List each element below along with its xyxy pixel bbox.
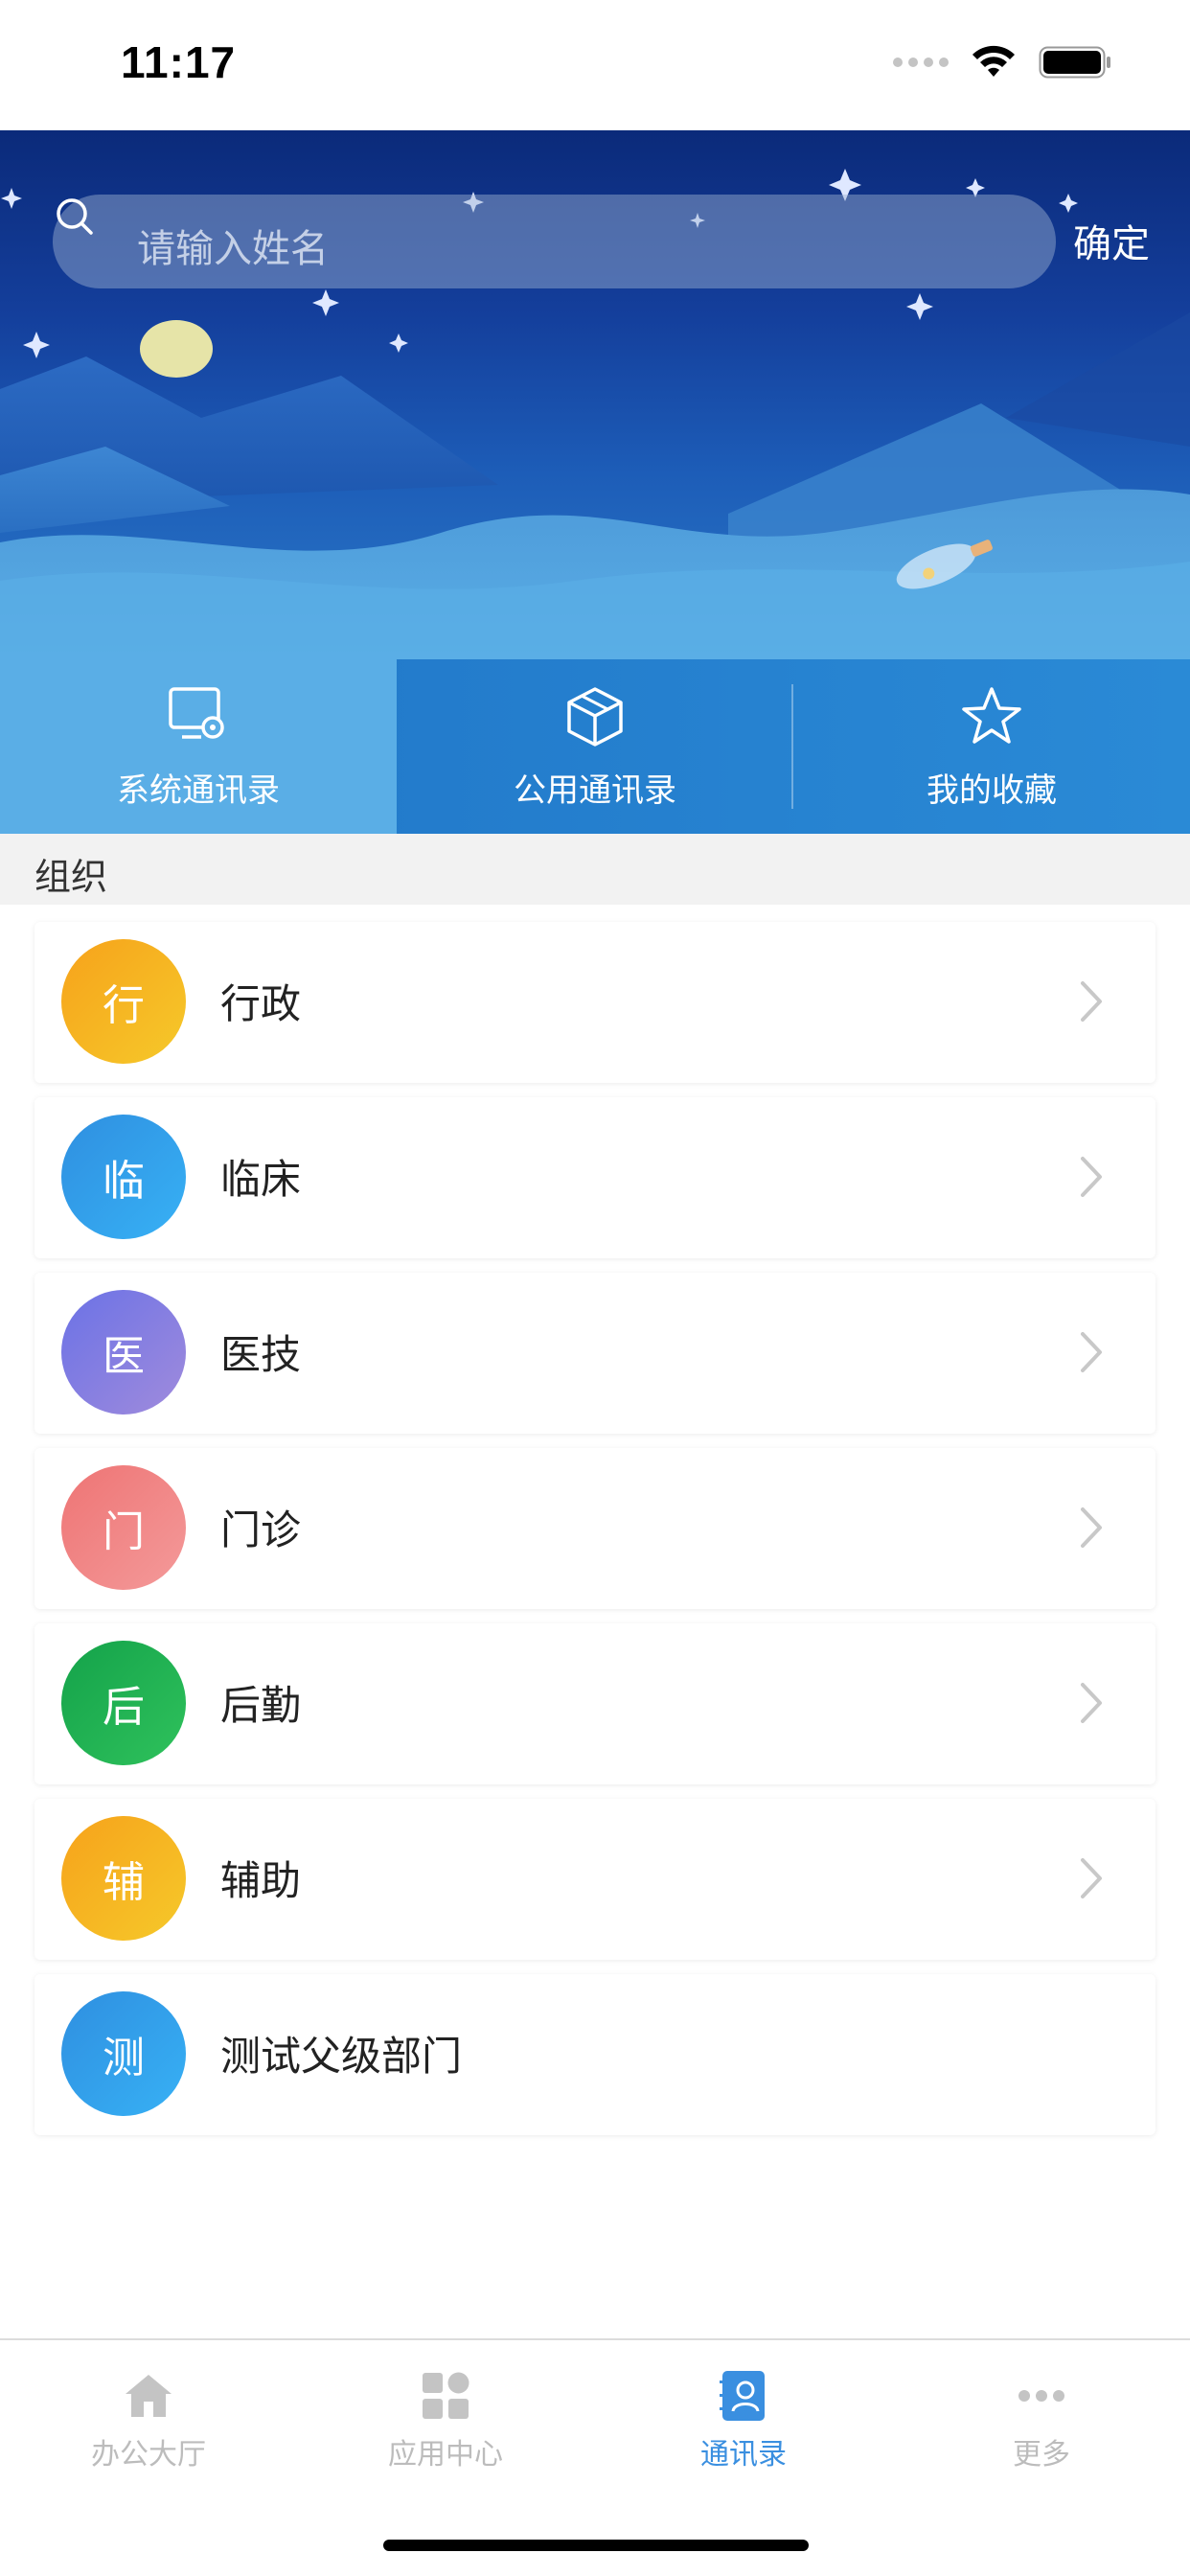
nav-item-contacts[interactable]: 通讯录	[624, 2369, 863, 2472]
org-label: 测试父级部门	[220, 2033, 463, 2080]
tab-label: 公用通讯录	[514, 770, 676, 810]
cube-icon	[567, 686, 623, 747]
tab-my-favorites[interactable]: 我的收藏	[793, 659, 1190, 834]
more-dots-icon	[1018, 2390, 1064, 2402]
nav-label: 更多	[1013, 2438, 1070, 2472]
home-icon	[126, 2375, 172, 2417]
battery-icon	[1039, 44, 1113, 80]
nav-label: 办公大厅	[91, 2438, 206, 2472]
tab-public-contacts[interactable]: 公用通讯录	[397, 659, 793, 834]
org-avatar: 行	[61, 939, 186, 1064]
chevron-right-icon	[1081, 1157, 1102, 1197]
nav-item-more[interactable]: 更多	[922, 2369, 1161, 2472]
chevron-right-icon	[1081, 1332, 1102, 1372]
org-list: 行行政临临床医医技门门诊后后勤辅辅助测测试父级部门	[34, 922, 1156, 2150]
wifi-icon	[970, 44, 1018, 80]
org-avatar: 辅	[61, 1816, 186, 1941]
org-avatar: 后	[61, 1641, 186, 1765]
chevron-right-icon	[1081, 1683, 1102, 1723]
section-header: 组织	[0, 834, 1190, 905]
org-label: 后勤	[220, 1682, 302, 1729]
org-label: 临床	[220, 1156, 302, 1203]
home-indicator[interactable]	[383, 2540, 809, 2551]
nav-item-office-hall[interactable]: 办公大厅	[29, 2369, 268, 2472]
org-list-item[interactable]: 辅辅助	[34, 1799, 1156, 1960]
org-avatar: 医	[61, 1290, 186, 1414]
nav-item-app-center[interactable]: 应用中心	[326, 2369, 565, 2472]
org-list-item[interactable]: 医医技	[34, 1273, 1156, 1434]
header-banner: 请输入姓名 确定	[0, 130, 1190, 659]
contacts-icon	[720, 2371, 765, 2421]
tab-system-contacts[interactable]: 系统通讯录	[0, 659, 397, 834]
org-label: 行政	[220, 980, 302, 1027]
tab-label: 我的收藏	[927, 770, 1057, 810]
nav-label: 应用中心	[388, 2438, 503, 2472]
org-avatar: 门	[61, 1465, 186, 1590]
org-label: 医技	[220, 1331, 302, 1378]
org-list-item[interactable]: 测测试父级部门	[34, 1974, 1156, 2135]
status-time: 11:17	[121, 37, 237, 87]
confirm-button[interactable]: 确定	[1073, 213, 1150, 268]
search-icon	[57, 198, 93, 235]
search-bar[interactable]: 请输入姓名	[53, 195, 1056, 288]
chevron-right-icon	[1081, 1507, 1102, 1548]
org-list-item[interactable]: 后后勤	[34, 1623, 1156, 1784]
org-label: 辅助	[220, 1857, 302, 1904]
cellular-signal-icon	[893, 58, 949, 67]
chevron-right-icon	[1081, 1858, 1102, 1898]
org-list-item[interactable]: 门门诊	[34, 1448, 1156, 1609]
status-icons	[893, 44, 1113, 80]
org-list-item[interactable]: 临临床	[34, 1097, 1156, 1258]
org-list-item[interactable]: 行行政	[34, 922, 1156, 1083]
contact-tabs: 系统通讯录 公用通讯录 我的收藏	[0, 659, 1190, 834]
nav-label: 通讯录	[700, 2438, 787, 2472]
chevron-right-icon	[1081, 981, 1102, 1022]
monitor-settings-icon	[169, 686, 224, 739]
org-label: 门诊	[220, 1506, 302, 1553]
org-avatar: 临	[61, 1115, 186, 1239]
org-avatar: 测	[61, 1991, 186, 2116]
tab-label: 系统通讯录	[117, 770, 280, 810]
status-bar: 11:17	[0, 0, 1190, 130]
search-input[interactable]: 请输入姓名	[137, 218, 329, 273]
star-icon	[962, 686, 1021, 744]
section-title: 组织	[34, 856, 108, 898]
apps-grid-icon	[423, 2372, 469, 2419]
contacts-page: 11:17 请输入姓名 确定 系统通讯录 公用通讯录 我的收藏 组织 行 行政 …	[0, 0, 1190, 2576]
